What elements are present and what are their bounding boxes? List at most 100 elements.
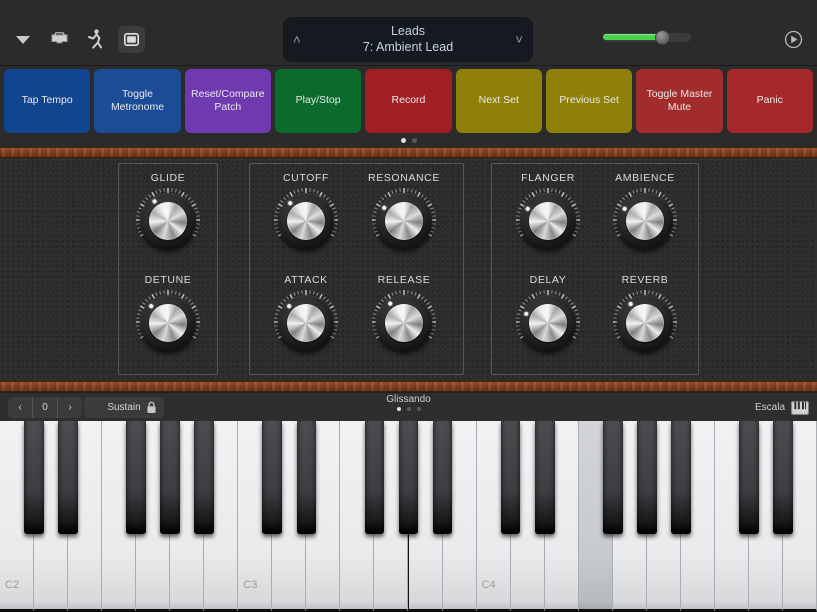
knob-ambience[interactable] <box>611 187 679 255</box>
patch-category: Leads <box>390 23 426 38</box>
knob-cell-attack: ATTACK <box>256 274 356 357</box>
window-icon[interactable] <box>118 26 145 53</box>
knob-label-resonance: RESONANCE <box>368 172 440 184</box>
patch-text: Leads 7: Ambient Lead <box>301 24 516 55</box>
inbox-icon[interactable] <box>46 27 72 53</box>
walking-person-icon[interactable] <box>82 27 108 53</box>
knob-cell-flanger: FLANGER <box>498 172 598 255</box>
piano-black-key[interactable] <box>500 421 521 534</box>
knob-attack[interactable] <box>272 289 340 357</box>
piano-black-key[interactable] <box>602 421 623 534</box>
glissando-page-dot[interactable] <box>406 407 411 411</box>
knob-cell-ambience: AMBIENCE <box>595 172 695 255</box>
chevron-down-icon[interactable] <box>10 27 36 53</box>
control-button-tap-tempo[interactable]: Tap Tempo <box>4 69 91 133</box>
piano-black-key[interactable] <box>636 421 657 534</box>
knob-flanger[interactable] <box>514 187 582 255</box>
play-circle-icon[interactable] <box>784 30 803 49</box>
control-button-toggle-master-mute[interactable]: Toggle Master Mute <box>636 69 723 133</box>
piano-black-key[interactable] <box>534 421 555 534</box>
volume-fill <box>603 34 661 40</box>
knob-cap <box>287 202 325 240</box>
knob-cap <box>149 304 187 342</box>
wood-trim-bottom <box>0 381 817 392</box>
volume-slider[interactable] <box>603 30 691 45</box>
piano-key-label: C2 <box>5 579 20 591</box>
control-button-label: Toggle Master Mute <box>646 87 713 113</box>
control-button-label: Reset/Compare Patch <box>191 87 265 113</box>
knob-cell-reverb: REVERB <box>595 274 695 357</box>
piano-black-key[interactable] <box>194 421 215 534</box>
piano-black-key[interactable] <box>262 421 283 534</box>
piano-black-key[interactable] <box>58 421 78 534</box>
control-button-panic[interactable]: Panic <box>726 69 813 133</box>
piano-black-key[interactable] <box>398 421 419 534</box>
piano-black-key[interactable] <box>739 421 759 534</box>
glissando-page-dots <box>0 407 817 411</box>
control-page-dots <box>0 138 817 143</box>
knob-label-cutoff: CUTOFF <box>283 172 329 184</box>
knob-cell-release: RELEASE <box>354 274 454 357</box>
knob-label-attack: ATTACK <box>284 274 328 286</box>
knob-cell-cutoff: CUTOFF <box>256 172 356 255</box>
patch-prev-chevron-icon[interactable]: ˄ <box>293 33 301 46</box>
knob-glide[interactable] <box>134 187 202 255</box>
top-bar: ˄ Leads 7: Ambient Lead ˅ <box>0 0 817 66</box>
knob-cell-glide: GLIDE <box>118 172 218 255</box>
piano-black-key[interactable] <box>670 421 691 534</box>
patch-selector[interactable]: ˄ Leads 7: Ambient Lead ˅ <box>283 17 533 62</box>
control-button-toggle-metronome[interactable]: Toggle Metronome <box>94 69 181 133</box>
escala-label: Escala <box>754 402 785 413</box>
knob-cap <box>385 304 423 342</box>
patch-name: 7: Ambient Lead <box>362 39 454 54</box>
knob-cap <box>287 304 325 342</box>
page-dot[interactable] <box>411 138 417 143</box>
piano-black-key[interactable] <box>773 421 793 534</box>
control-button-label: Play/Stop <box>295 94 341 107</box>
knob-label-detune: DETUNE <box>144 274 192 286</box>
glissando-page-dot[interactable] <box>396 407 401 411</box>
knob-label-release: RELEASE <box>377 274 431 286</box>
control-button-label: Panic <box>756 94 783 107</box>
control-button-play-stop[interactable]: Play/Stop <box>274 69 362 133</box>
page-dot[interactable] <box>400 138 406 143</box>
knob-label-glide: GLIDE <box>150 172 186 184</box>
knob-release[interactable] <box>370 289 438 357</box>
knob-label-ambience: AMBIENCE <box>615 172 675 184</box>
knob-delay[interactable] <box>514 289 582 357</box>
knob-label-reverb: REVERB <box>621 274 669 286</box>
control-button-label: Toggle Metronome <box>110 87 165 113</box>
piano-black-key[interactable] <box>432 421 453 534</box>
control-button-label: Previous Set <box>559 94 619 107</box>
control-button-next-set[interactable]: Next Set <box>455 69 542 133</box>
knob-panel: GLIDE DETUNE CUTOFF RESONANCE ATTACK RELEASE F… <box>0 158 817 381</box>
piano-black-key[interactable] <box>24 421 44 534</box>
keyboard-toolbar: ‹ 0 › Sustain Glissando Escala <box>0 392 817 421</box>
control-button-previous-set[interactable]: Previous Set <box>545 69 633 133</box>
escala-button[interactable]: Escala <box>755 397 809 418</box>
knob-cap <box>626 304 664 342</box>
patch-next-chevron-icon[interactable]: ˅ <box>515 33 523 46</box>
knob-cell-delay: DELAY <box>498 274 598 357</box>
piano-black-key[interactable] <box>296 421 317 534</box>
knob-cutoff[interactable] <box>272 187 340 255</box>
knob-reverb[interactable] <box>611 289 679 357</box>
knob-resonance[interactable] <box>370 187 438 255</box>
knob-cap <box>626 202 664 240</box>
control-button-label: Record <box>391 94 426 107</box>
piano-black-key[interactable] <box>126 421 147 534</box>
knob-cap <box>529 202 567 240</box>
volume-knob[interactable] <box>655 30 670 45</box>
knob-cap <box>385 202 423 240</box>
knob-cap <box>529 304 567 342</box>
control-button-record[interactable]: Record <box>365 69 452 133</box>
control-button-reset-compare-patch[interactable]: Reset/Compare Patch <box>184 69 271 133</box>
knob-label-flanger: FLANGER <box>521 172 575 184</box>
knob-cap <box>149 202 187 240</box>
piano-black-key[interactable] <box>364 421 385 534</box>
piano-black-key[interactable] <box>160 421 181 534</box>
knob-detune[interactable] <box>134 289 202 357</box>
wood-trim-top <box>0 147 817 158</box>
glissando-page-dot[interactable] <box>416 407 421 411</box>
piano-keyboard[interactable]: C2 C3 C4 <box>0 421 817 612</box>
